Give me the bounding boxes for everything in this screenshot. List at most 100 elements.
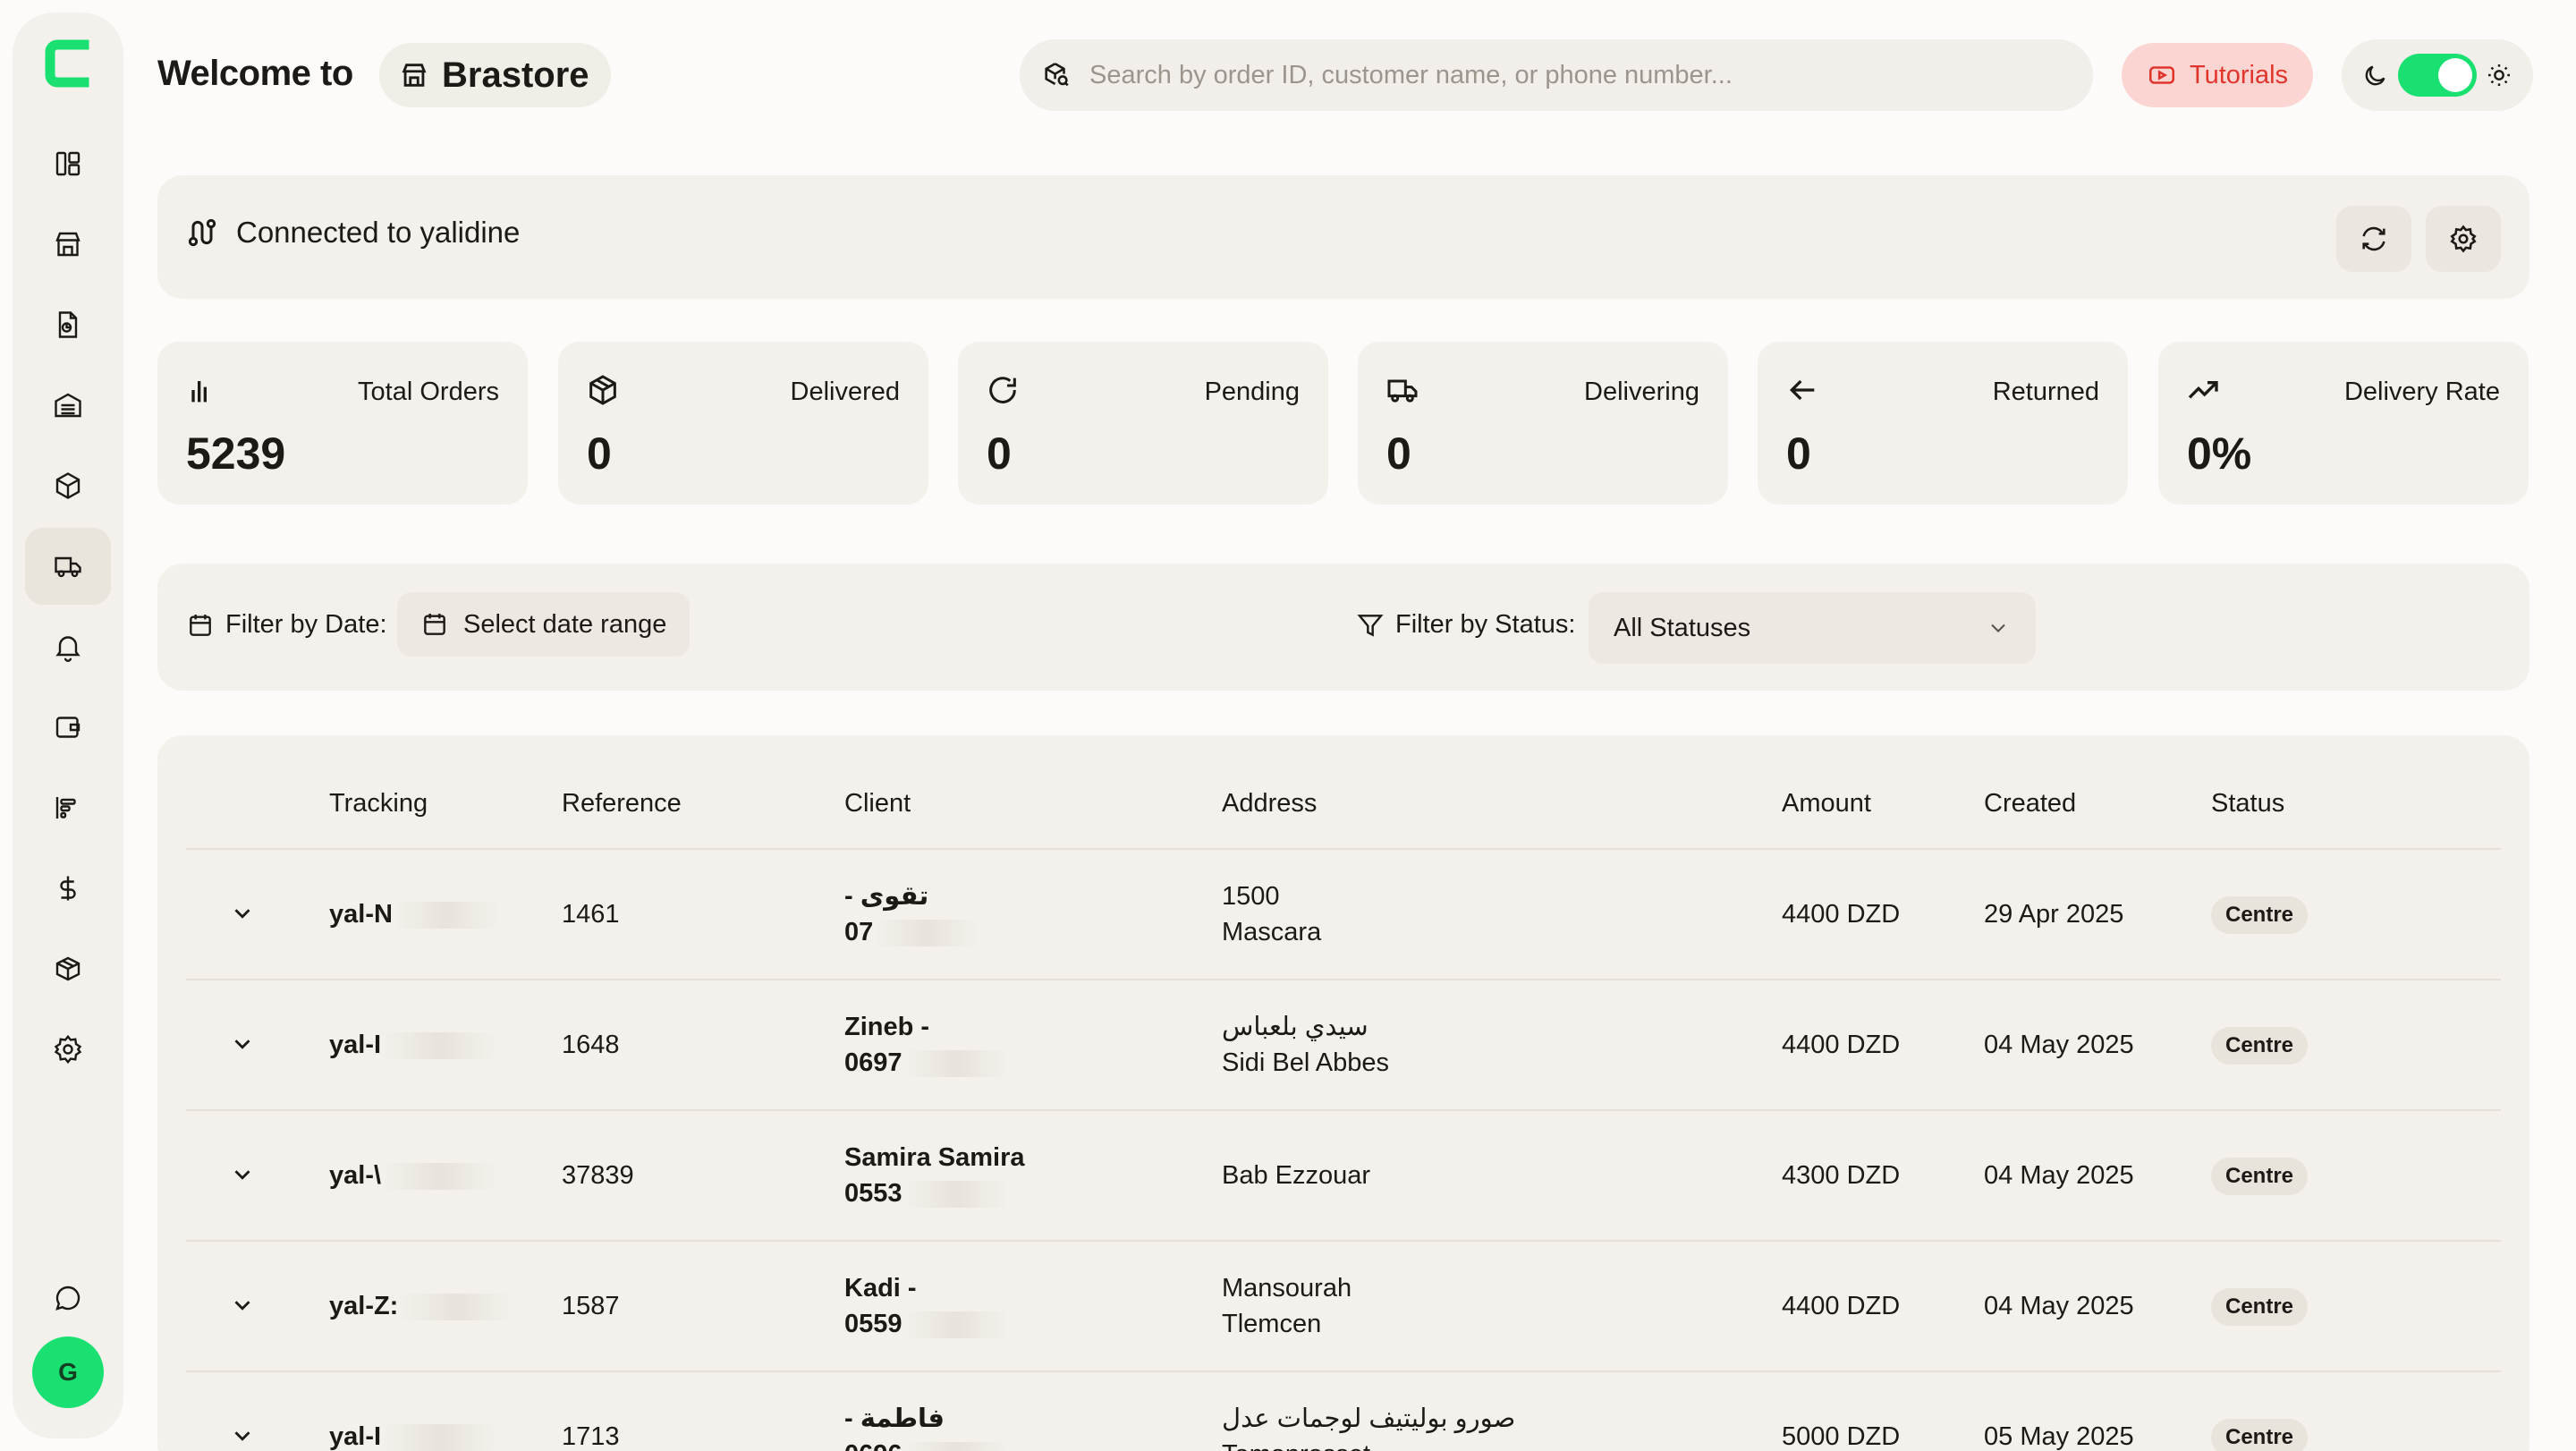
stat-label: Delivery Rate [2343,378,2500,406]
connection-title: Connected to yalidine [236,216,521,249]
address-line-2: Tlemcen [1222,1310,1322,1338]
tracking-cell[interactable]: yal-I [329,1419,498,1451]
theme-toggle[interactable] [2398,54,2477,97]
store-icon [402,64,427,87]
app-logo[interactable] [43,38,95,89]
date-range-button[interactable]: Select date range [397,592,691,657]
refresh-icon [989,377,1016,403]
address-line-1: صورو بوليتيف لوجمات عدل [1222,1404,1516,1433]
column-header-reference[interactable]: Reference [562,789,682,819]
status-select[interactable]: All Statuses [1589,592,2036,664]
tracking-cell[interactable]: yal-N [329,896,500,932]
created-cell: 04 May 2025 [1984,1292,2134,1320]
client-phone: 0559 [844,1306,1010,1342]
refresh-button[interactable] [2336,206,2411,272]
address-cell: صورو بوليتيف لوجمات عدل Tamanrasset [1222,1401,1515,1451]
filter-icon [1357,614,1384,637]
tutorials-label: Tutorials [2189,60,2289,89]
filter-bar: Filter by Date: Select date range Filter… [157,564,2529,691]
sidebar-item-analytics[interactable] [25,769,111,846]
column-header-amount[interactable]: Amount [1782,789,1871,819]
connection-status: Connected to yalidine [184,215,520,250]
sidebar-item-inventory[interactable] [25,930,111,1007]
client-phone: 0553 [844,1175,1025,1211]
table-row[interactable]: yal-N 1461 تقوى - 07 1500 Mascara 4400 D… [157,850,2529,980]
address-line-1: Mansourah [1222,1274,1352,1303]
chevron-down-icon[interactable] [229,1031,256,1057]
package-search-icon [1045,63,1069,87]
sidebar-item-finance[interactable] [25,850,111,927]
route-icon [188,218,216,247]
table-row[interactable]: yal-\ 37839 Samira Samira 0553 Bab Ezzou… [157,1111,2529,1242]
column-header-address[interactable]: Address [1222,789,1317,819]
stat-card-delivered: Delivered 0 [558,342,928,505]
stat-value: 5239 [186,429,286,479]
dashboard-icon [55,151,80,176]
connection-card: Connected to yalidine [157,175,2529,299]
sidebar-item-warehouse[interactable] [25,367,111,444]
date-filter-label: Filter by Date: [186,610,387,640]
chat-button[interactable] [25,1260,111,1336]
date-range-label: Select date range [463,609,667,639]
address-cell: 1500 Mascara [1222,878,1321,950]
store-selector[interactable]: Brastore [379,43,611,107]
search-bar[interactable] [1020,39,2093,111]
sidebar-item-store[interactable] [25,206,111,283]
stat-card-total-orders: Total Orders 5239 [157,342,528,505]
sidebar-item-dashboard[interactable] [25,125,111,202]
gear-icon [54,1034,82,1065]
stat-value: 0 [987,429,1012,479]
sidebar-item-notifications[interactable] [25,608,111,685]
bell-icon [55,636,80,662]
column-header-status[interactable]: Status [2211,789,2284,819]
store-icon [55,232,80,257]
user-avatar[interactable]: G [32,1336,104,1408]
client-cell: Zineb - 0697 [844,1009,1010,1081]
sidebar-item-reports[interactable] [25,286,111,363]
orders-table: Tracking Reference Client Address Amount… [157,735,2529,1451]
client-phone: 07 [844,914,981,950]
bar-chart-icon [191,381,207,403]
sidebar-item-products[interactable] [25,447,111,524]
sidebar-item-wallet[interactable] [25,689,111,766]
tutorials-button[interactable]: Tutorials [2122,43,2313,107]
calendar-icon [190,614,211,636]
column-header-created[interactable]: Created [1984,789,2076,819]
sidebar-item-settings[interactable] [25,1011,111,1088]
created-cell: 04 May 2025 [1984,1161,2134,1190]
search-input[interactable] [1089,60,2055,90]
created-cell: 05 May 2025 [1984,1422,2134,1451]
table-row[interactable]: yal-Z: 1587 Kadi - 0559 Mansourah Tlemce… [157,1242,2529,1372]
chevron-down-icon[interactable] [229,1422,256,1449]
warehouse-icon [55,393,81,418]
truck-icon [55,556,81,578]
status-badge: Centre [2211,1027,2309,1065]
status-badge: Centre [2211,1419,2309,1451]
chevron-down-icon[interactable] [229,1292,256,1319]
amount-cell: 4400 DZD [1782,900,1901,929]
address-cell: Mansourah Tlemcen [1222,1270,1352,1342]
stat-card-delivering: Delivering 0 [1358,342,1728,505]
tracking-cell[interactable]: yal-\ [329,1158,498,1193]
moon-icon [2365,65,2385,86]
tracking-cell[interactable]: yal-I [329,1027,498,1063]
chevron-down-icon[interactable] [229,900,256,927]
address-line-1: سيدي بلعباس [1222,1013,1368,1041]
amount-cell: 4300 DZD [1782,1161,1901,1190]
column-header-client[interactable]: Client [844,789,911,819]
column-header-tracking[interactable]: Tracking [329,789,428,819]
stat-card-delivery-rate: Delivery Rate 0% [2158,342,2529,505]
sidebar-item-shipping[interactable] [25,528,111,605]
connection-settings-button[interactable] [2426,206,2501,272]
tracking-cell[interactable]: yal-Z: [329,1288,515,1324]
stat-value: 0 [1386,429,1411,479]
truck-icon [1387,379,1418,403]
reference-cell: 1713 [562,1422,620,1451]
calendar-icon [424,614,445,635]
table-row[interactable]: yal-I 1648 Zineb - 0697 سيدي بلعباس Sidi… [157,980,2529,1111]
client-name: Kadi - [844,1274,917,1303]
client-name: Samira Samira [844,1143,1025,1172]
table-row[interactable]: yal-I 1713 فاطمة - 0696 صورو بوليتيف لوج… [157,1372,2529,1451]
stat-card-pending: Pending 0 [958,342,1328,505]
chevron-down-icon[interactable] [229,1161,256,1188]
